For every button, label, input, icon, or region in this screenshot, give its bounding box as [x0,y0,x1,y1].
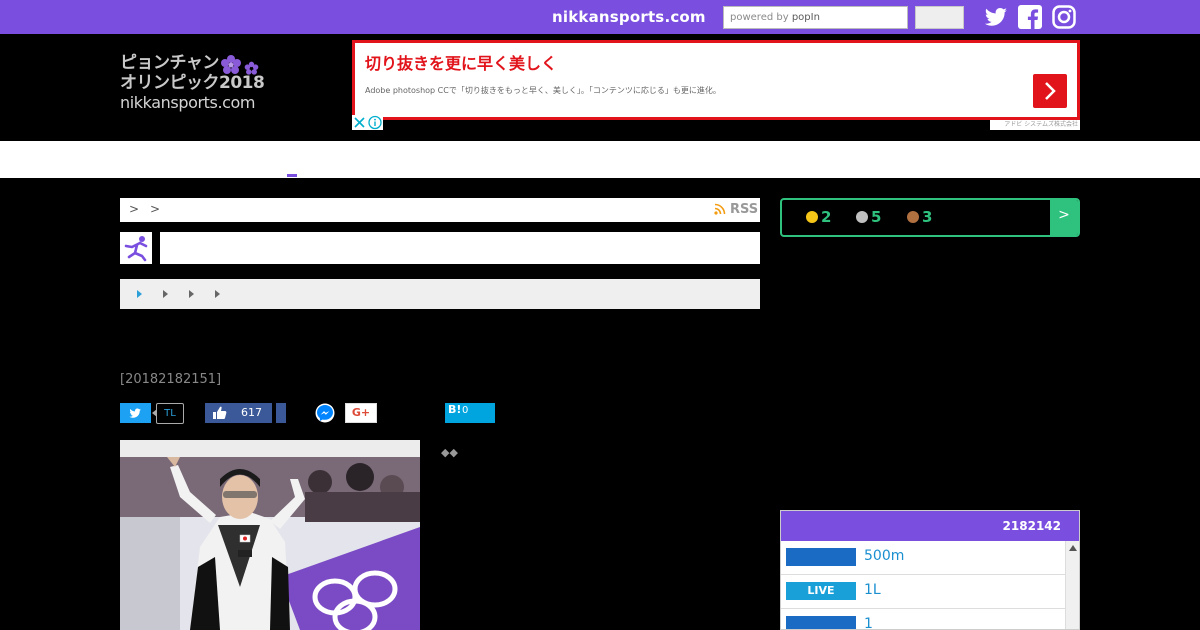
facebook-like-button[interactable]: 617 [205,403,272,423]
chevron-right-icon [1045,82,1056,100]
breadcrumb: > > RSS [120,198,760,222]
medal-count-widget[interactable]: 2 5 3 > [780,198,1080,237]
article-date: [20182182151] [120,372,222,387]
snowflower-icon [221,55,241,74]
hatena-icon: B! [448,403,462,416]
article-photo[interactable] [120,457,420,630]
schedule-label[interactable]: 1 [864,616,873,629]
schedule-label[interactable]: 1L [864,582,881,598]
messenger-icon [315,403,335,423]
google-plus-share-button[interactable]: G+ [345,403,377,423]
rss-link[interactable]: RSS [730,202,758,217]
schedule-row[interactable]: LIVE 1L [781,575,1065,609]
silver-medal-icon [856,211,868,223]
rss-icon[interactable] [714,203,726,215]
gold-medal-icon [806,211,818,223]
bronze-medal-count: 3 [907,208,932,226]
search-input[interactable]: powered by popIn [723,6,908,29]
facebook-share-button[interactable] [276,403,286,423]
ad-advertiser: アドビ システムズ株式会社 [990,120,1080,130]
decorative-diamonds: ◆◆ [441,446,458,459]
schedule-row[interactable]: 500m [781,541,1065,575]
site-brand-link[interactable]: nikkansports.com [552,8,706,26]
bronze-medal-icon [907,211,919,223]
top-bar: nikkansports.com powered by popIn [0,0,1200,34]
twitter-icon[interactable] [984,5,1008,29]
schedule-row[interactable]: 1 [781,609,1065,629]
logo-line-2: オリンピック2018 [120,73,265,93]
schedule-header: 2182142 [781,511,1079,541]
subnav-arrow-icon[interactable] [215,290,220,298]
gold-medal-count: 2 [806,208,831,226]
breadcrumb-separator: > [150,202,161,216]
scroll-up-icon[interactable] [1069,545,1077,551]
subnav-arrow-icon[interactable] [137,290,142,298]
event-schedule-widget: 2182142 500m LIVE 1L 1 [780,510,1080,630]
popin-logo: popIn [791,12,820,23]
site-header: ピョンチャン オリンピック2018 nikkansports.com 切り抜きを… [0,34,1200,141]
live-badge: LIVE [786,582,856,600]
ad-body: Adobe photoshop CCで「切り抜きをもっと早く、美しく」。「コンテ… [365,86,721,95]
breadcrumb-separator: > [129,202,140,216]
twitter-timeline-button[interactable]: TL [152,403,184,424]
subnav-arrow-icon[interactable] [189,290,194,298]
article-title-box [160,232,760,264]
facebook-like-count: 617 [241,406,262,419]
logo-line-1: ピョンチャン [120,53,219,73]
snowflower-small-icon [244,61,259,75]
thumbs-up-icon [213,406,227,419]
twitter-share-button[interactable] [120,403,151,423]
ad-close-icon[interactable] [352,115,367,130]
ad-info-icon[interactable] [368,115,382,130]
ad-title: 切り抜きを更に早く美しく [365,54,558,73]
subnav-arrow-icon[interactable] [163,290,168,298]
pyeongchang-olympics-logo[interactable]: ピョンチャン オリンピック2018 nikkansports.com [120,54,270,118]
sub-nav [120,279,760,309]
logo-line-3: nikkansports.com [120,93,256,112]
instagram-icon[interactable] [1052,5,1076,29]
main-nav [0,141,1200,178]
hatena-count: 0 [462,405,469,416]
hatena-bookmark-button[interactable]: B! 0 [445,403,495,423]
search-button[interactable] [915,6,964,29]
speed-skating-icon [120,232,152,264]
silver-medal-count: 5 [856,208,881,226]
advertisement-banner[interactable]: 切り抜きを更に早く美しく Adobe photoshop CCで「切り抜きをもっ… [352,40,1080,120]
photo-caption-bar [120,440,420,457]
medal-details-arrow[interactable]: > [1050,200,1078,235]
schedule-label[interactable]: 500m [864,548,904,564]
facebook-icon[interactable] [1018,5,1042,29]
schedule-scrollbar[interactable] [1065,541,1079,629]
schedule-tag [786,616,856,629]
ad-choices[interactable] [352,115,383,130]
nav-active-indicator [287,174,297,177]
twitter-icon [129,408,141,418]
ad-cta-button[interactable] [1033,74,1067,108]
search-powered-label: powered by popIn [730,12,820,23]
schedule-tag [786,548,856,566]
messenger-share-button[interactable] [315,403,335,423]
